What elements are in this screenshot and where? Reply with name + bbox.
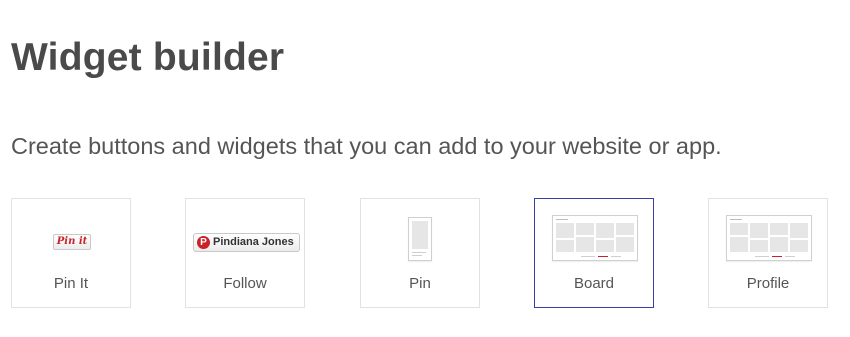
widget-card-label: Board — [573, 275, 615, 292]
pin-it-button-preview: Pin it — [53, 234, 91, 250]
widget-card-follow[interactable]: P Pindiana Jones Follow — [185, 198, 305, 308]
widget-card-label: Pin — [409, 275, 431, 292]
widget-card-board[interactable]: Board — [534, 198, 654, 308]
widget-card-pin-it[interactable]: Pin it Pin It — [11, 198, 131, 308]
pin-widget-preview-icon — [408, 217, 432, 261]
follow-button-name: Pindiana Jones — [213, 236, 294, 248]
widget-card-profile[interactable]: Profile — [708, 198, 828, 308]
follow-button-preview: P Pindiana Jones — [193, 233, 300, 252]
widget-card-label: Follow — [223, 275, 267, 292]
widget-card-label: Pin It — [53, 275, 89, 292]
widget-card-pin[interactable]: Pin — [360, 198, 480, 308]
board-widget-preview-icon — [552, 215, 638, 261]
widget-type-list: Pin it Pin It P Pindiana Jones Follow Pi… — [0, 0, 850, 337]
profile-widget-preview-icon — [726, 215, 812, 261]
widget-card-label: Profile — [746, 275, 790, 292]
pinterest-logo-icon: P — [197, 236, 210, 249]
